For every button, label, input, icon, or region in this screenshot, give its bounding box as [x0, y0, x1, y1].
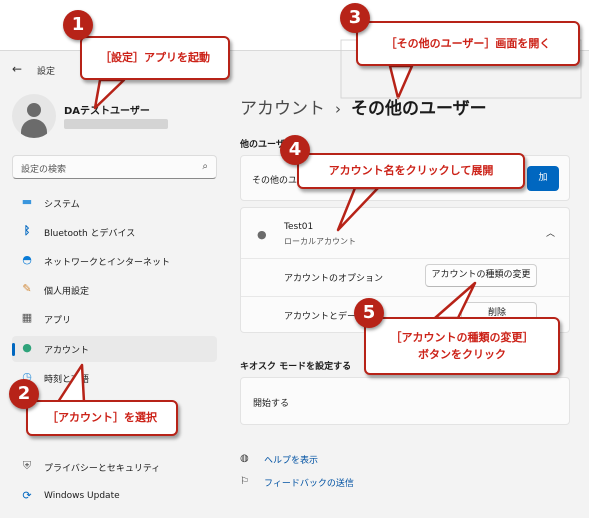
step-badge-3: 3 — [340, 3, 370, 33]
sidebar-item-label: Windows Update — [44, 491, 120, 501]
step-badge-1: 1 — [63, 10, 93, 40]
sidebar-item-privacy[interactable]: ⛨ プライバシーとセキュリティ — [12, 454, 217, 480]
account-expander-header[interactable]: ● Test01 ローカルアカウント ︿ — [241, 208, 569, 258]
breadcrumb-parent[interactable]: アカウント — [240, 99, 325, 119]
sidebar-item-label: システム — [44, 200, 80, 210]
app-title: 設定 — [37, 67, 56, 77]
callout-5-line2: ボタンをクリック — [418, 348, 506, 361]
divider — [241, 258, 569, 259]
account-expander: ● Test01 ローカルアカウント ︿ アカウントのオプション アカウントの種… — [240, 207, 570, 333]
chevron-up-icon[interactable]: ︿ — [546, 226, 555, 239]
sidebar-item-network[interactable]: ◓ ネットワークとインターネット — [12, 248, 217, 274]
monitor-icon: ▬ — [21, 195, 33, 208]
update-icon: ⟳ — [22, 489, 32, 502]
back-arrow-icon[interactable]: ← — [12, 62, 22, 76]
callout-1: ［設定］アプリを起動 — [80, 36, 230, 80]
feedback-icon: ⚐ — [240, 476, 249, 487]
sidebar-item-label: アカウント — [44, 346, 90, 356]
account-type: ローカルアカウント — [284, 237, 356, 246]
callout-5-line1: ［アカウントの種類の変更］ — [390, 331, 534, 344]
sidebar-item-bluetooth[interactable]: ᛒ Bluetooth とデバイス — [12, 219, 217, 245]
sidebar-item-time-language[interactable]: ◷ 時刻と言語 — [12, 365, 217, 391]
kiosk-section-label: キオスク モードを設定する — [240, 362, 352, 372]
callout-3: ［その他のユーザー］画面を開く — [356, 21, 580, 66]
sidebar-item-label: プライバシーとセキュリティ — [44, 464, 161, 474]
account-icon: ● — [22, 341, 32, 354]
callout-5: ［アカウントの種類の変更］ ボタンをクリック — [364, 317, 560, 375]
avatar-head-shape — [27, 103, 41, 117]
sidebar-item-personalization[interactable]: ✎ 個人用設定 — [12, 277, 217, 303]
help-icon: ◍ — [240, 453, 249, 464]
account-data-label: アカウントとデータ — [284, 312, 366, 322]
callout-4: アカウント名をクリックして展開 — [297, 153, 525, 189]
sidebar-item-label: アプリ — [44, 316, 72, 326]
account-options-label: アカウントのオプション — [284, 274, 384, 284]
divider — [241, 296, 569, 297]
sidebar-item-apps[interactable]: ▦ アプリ — [12, 306, 217, 332]
breadcrumb-separator: › — [335, 100, 341, 118]
brush-icon: ✎ — [22, 282, 32, 295]
search-placeholder: 設定の検索 — [21, 165, 67, 175]
sidebar-item-label: 個人用設定 — [44, 287, 90, 297]
sidebar-item-label: Bluetooth とデバイス — [44, 229, 136, 239]
feedback-link[interactable]: フィードバックの送信 — [264, 476, 354, 489]
callout-4-text: アカウント名をクリックして展開 — [328, 164, 494, 177]
sidebar-item-label: 時刻と言語 — [44, 375, 90, 385]
search-icon: ⌕ — [202, 161, 208, 172]
user-icon: ● — [257, 228, 267, 241]
avatar-body-shape — [21, 119, 47, 138]
shield-icon: ⛨ — [22, 459, 32, 472]
sidebar-item-system[interactable]: ▬ システム — [12, 190, 217, 216]
add-account-button[interactable]: 加 — [527, 166, 559, 191]
sidebar-item-accounts[interactable]: ● アカウント — [12, 336, 217, 362]
kiosk-card[interactable]: 開始する — [240, 377, 570, 425]
page-title: その他のユーザー — [351, 99, 487, 119]
sidebar-item-windows-update[interactable]: ⟳ Windows Update — [12, 484, 217, 510]
callout-3-text: ［その他のユーザー］画面を開く — [385, 37, 551, 50]
step-badge-2: 2 — [9, 379, 39, 409]
wifi-icon: ◓ — [22, 253, 32, 266]
callout-2: ［アカウント］を選択 — [26, 400, 178, 436]
step-badge-4: 4 — [280, 135, 310, 165]
sidebar-item-label: ネットワークとインターネット — [44, 258, 171, 268]
change-account-type-button[interactable]: アカウントの種類の変更 — [425, 264, 537, 287]
user-name: DAテストユーザー — [64, 106, 150, 117]
bluetooth-icon: ᛒ — [23, 224, 31, 237]
account-name: Test01 — [284, 222, 314, 232]
step-badge-5: 5 — [354, 298, 384, 328]
help-link[interactable]: ヘルプを表示 — [264, 453, 318, 466]
breadcrumb: アカウント › その他のユーザー — [240, 94, 487, 119]
callout-2-text: ［アカウント］を選択 — [47, 411, 157, 424]
callout-1-text: ［設定］アプリを起動 — [100, 51, 210, 64]
search-input[interactable]: 設定の検索 ⌕ — [12, 155, 217, 179]
kiosk-start-label: 開始する — [253, 399, 290, 409]
apps-icon: ▦ — [21, 311, 33, 324]
avatar — [12, 94, 56, 138]
user-email-redacted — [64, 119, 168, 129]
